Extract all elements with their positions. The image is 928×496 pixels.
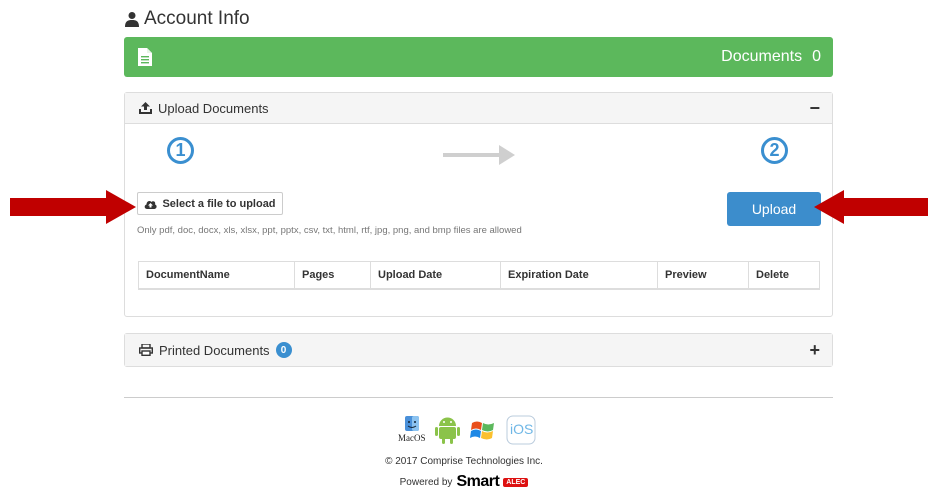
platform-icons: MacOS iOS: [398, 415, 536, 445]
brand-logo-badge: ALEC: [503, 477, 529, 487]
select-file-label: Select a file to upload: [162, 197, 276, 210]
windows-icon[interactable]: [470, 415, 497, 445]
footer-divider: [124, 397, 833, 398]
printed-panel-title: Printed Documents: [159, 342, 270, 358]
upload-button[interactable]: Upload: [727, 192, 821, 226]
upload-panel-header[interactable]: Upload Documents −: [125, 93, 832, 124]
column-preview[interactable]: Preview: [657, 261, 749, 290]
gray-arrow-icon: [443, 145, 515, 165]
column-pages[interactable]: Pages: [294, 261, 371, 290]
ios-icon[interactable]: iOS: [506, 415, 536, 445]
page-title-text: Account Info: [144, 8, 250, 29]
documents-banner[interactable]: Documents 0: [124, 37, 833, 77]
printed-documents-panel: Printed Documents 0 +: [124, 333, 833, 367]
printed-count-badge: 0: [275, 342, 292, 358]
column-upload-date[interactable]: Upload Date: [370, 261, 501, 290]
red-arrow-right-icon: [10, 190, 136, 224]
red-arrow-left-icon: [814, 190, 928, 224]
printer-icon: [139, 344, 153, 356]
table-header-row: DocumentName Pages Upload Date Expiratio…: [138, 261, 820, 290]
documents-table: DocumentName Pages Upload Date Expiratio…: [138, 261, 820, 290]
document-icon: [138, 48, 152, 66]
select-file-button[interactable]: Select a file to upload: [137, 192, 283, 215]
expand-button[interactable]: +: [809, 341, 820, 359]
collapse-button[interactable]: −: [809, 99, 820, 117]
column-expiration-date[interactable]: Expiration Date: [500, 261, 658, 290]
powered-by-label: Powered by: [399, 476, 453, 488]
documents-label: Documents: [721, 48, 803, 65]
allowed-file-types-text: Only pdf, doc, docx, xls, xlsx, ppt, ppt…: [137, 225, 522, 236]
step-one-indicator: 1: [167, 137, 194, 164]
macos-icon[interactable]: MacOS: [398, 415, 426, 445]
column-document-name[interactable]: DocumentName: [138, 261, 295, 290]
page-title: Account Info: [124, 7, 250, 31]
ios-label: iOS: [510, 421, 534, 437]
printed-panel-header[interactable]: Printed Documents 0 +: [125, 334, 832, 366]
copyright-text: © 2017 Comprise Technologies Inc.: [385, 456, 543, 467]
macos-label: MacOS: [398, 433, 426, 443]
brand-logo-text[interactable]: Smart: [456, 473, 499, 491]
column-delete[interactable]: Delete: [748, 261, 820, 290]
android-icon[interactable]: [434, 415, 461, 445]
upload-icon: [139, 102, 152, 114]
upload-panel-title: Upload Documents: [158, 100, 269, 116]
user-icon: [125, 12, 139, 27]
powered-by: Powered by Smart ALEC: [0, 473, 928, 491]
cloud-upload-icon: [145, 200, 158, 209]
step-two-indicator: 2: [761, 137, 788, 164]
documents-count: 0: [812, 48, 821, 65]
